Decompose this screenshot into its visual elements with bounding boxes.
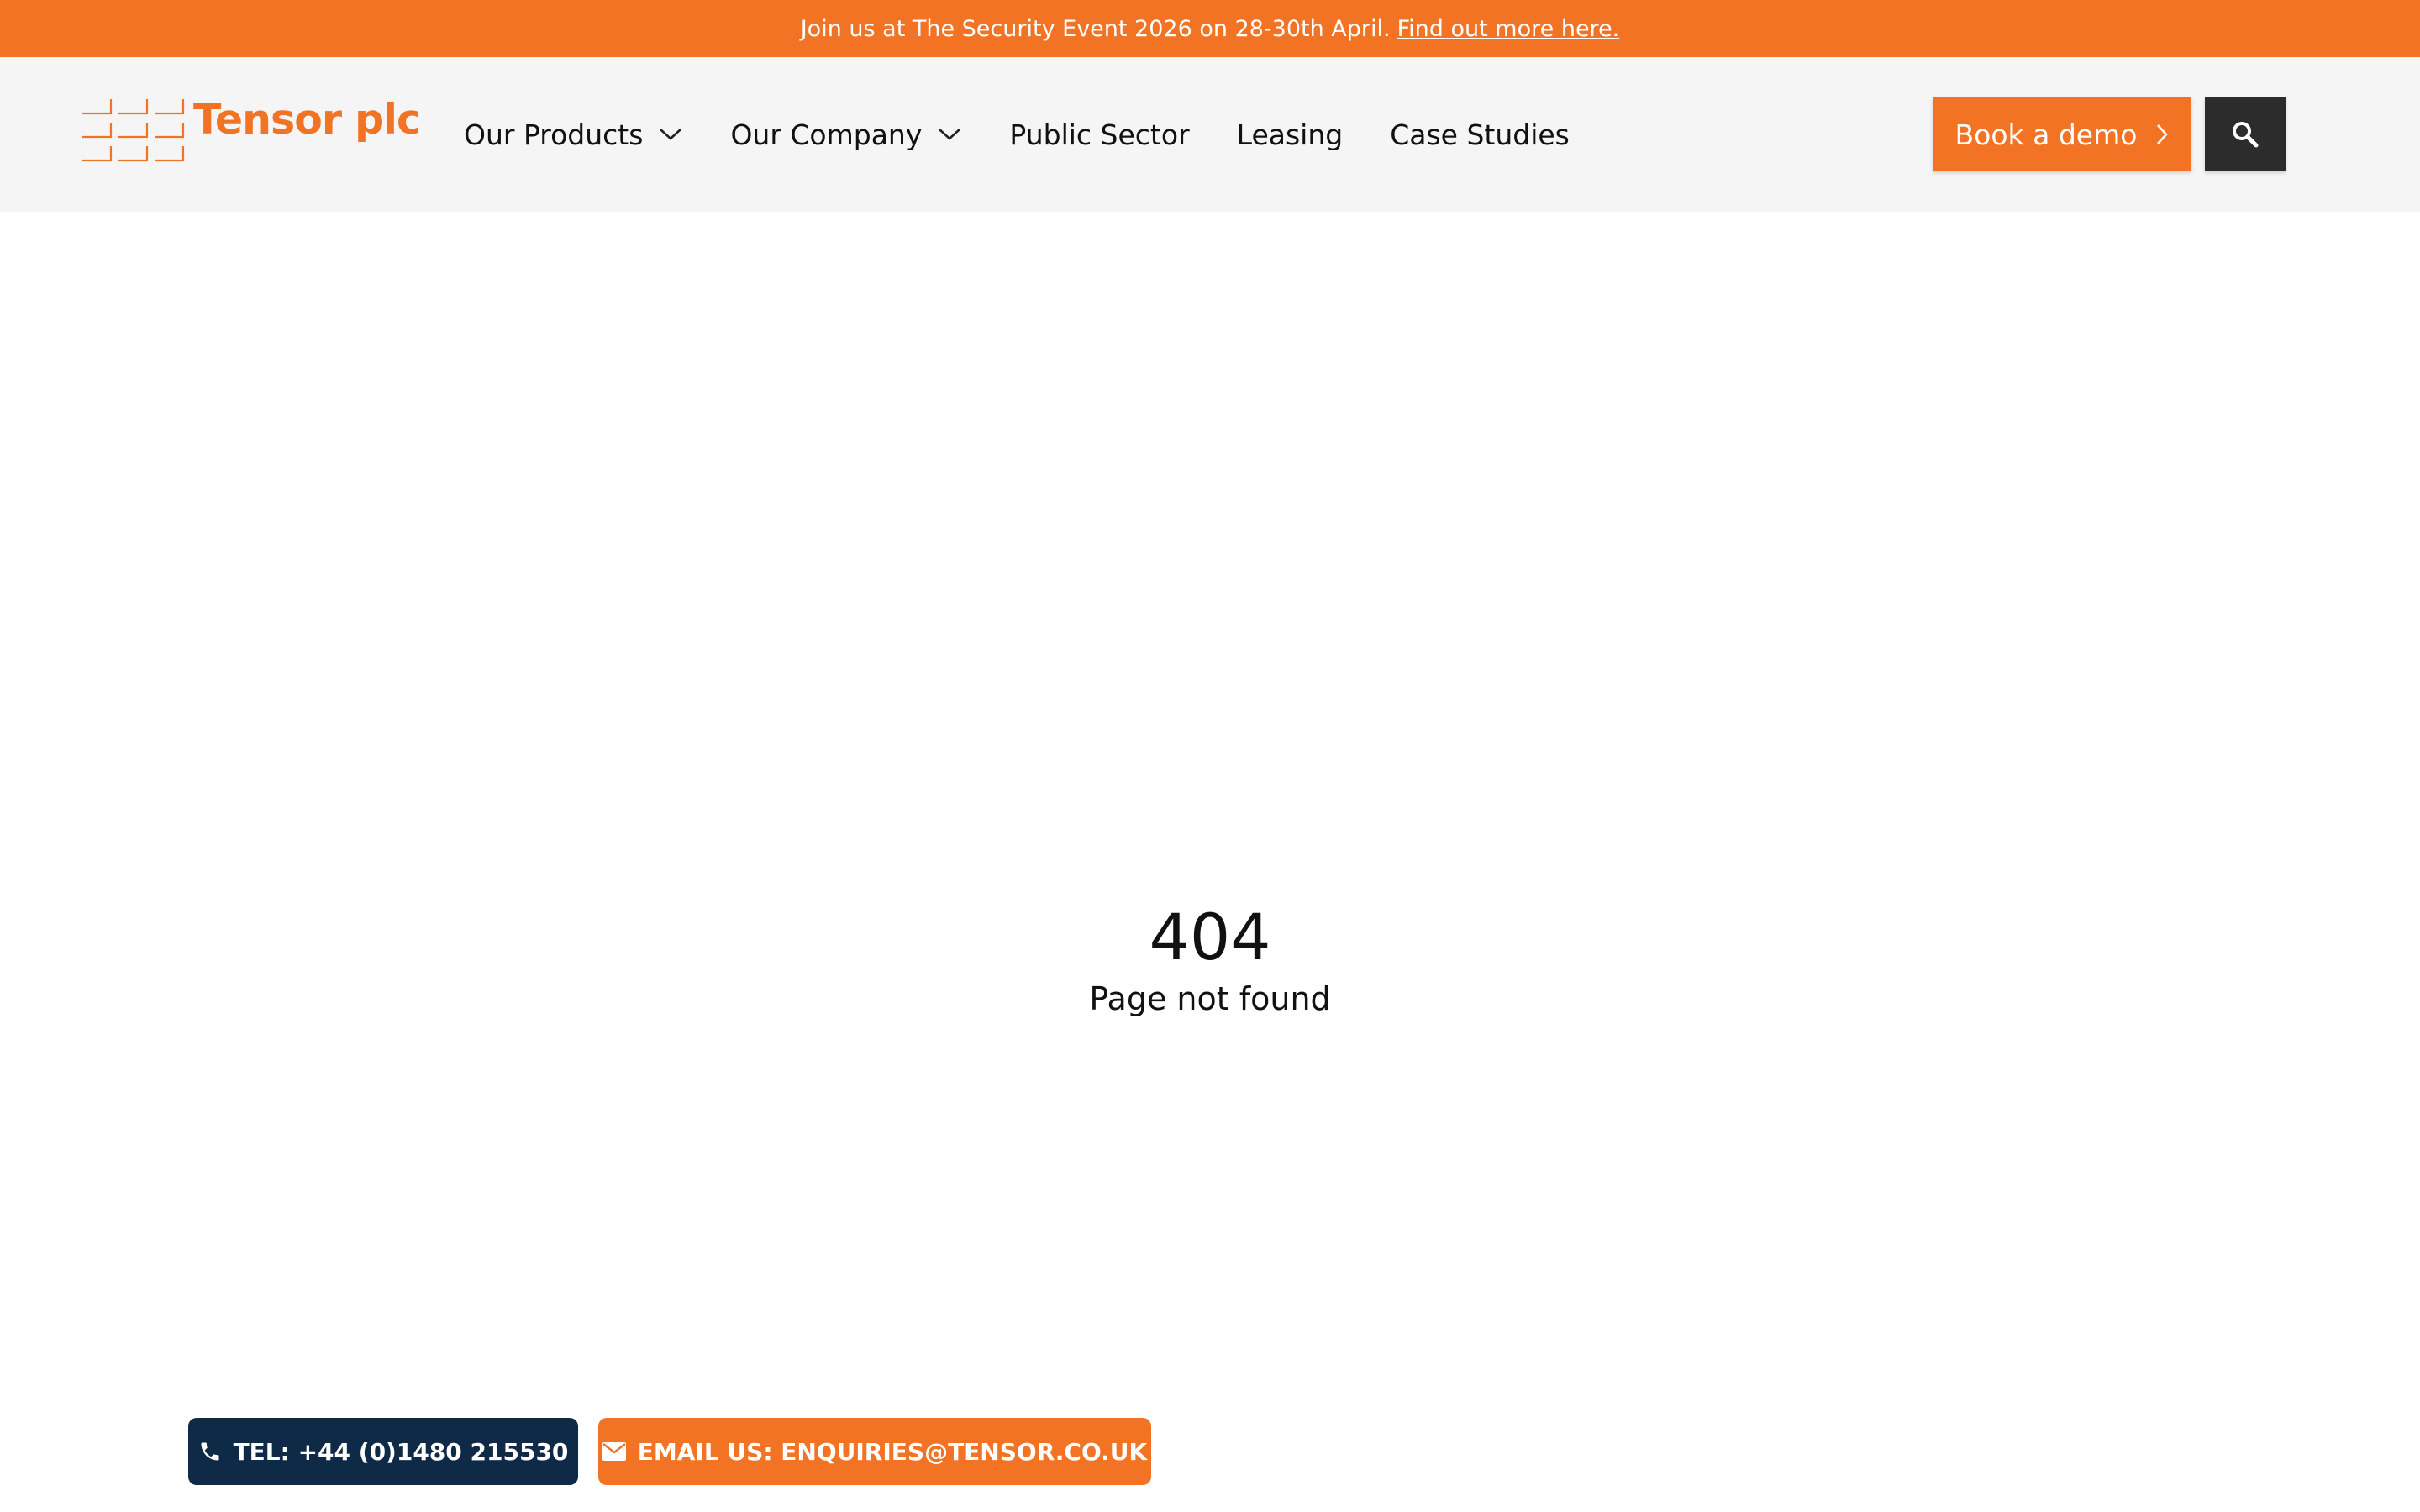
logo[interactable]: Tensor plc	[81, 96, 421, 168]
announcement-link[interactable]: Find out more here.	[1397, 16, 1620, 42]
search-icon	[2233, 122, 2259, 148]
site-header: Tensor plc Our Products Our Company Publ…	[0, 57, 2420, 212]
nav-label: Our Products	[464, 118, 644, 151]
error-code: 404	[1149, 900, 1271, 974]
nav-public-sector[interactable]: Public Sector	[1009, 118, 1189, 151]
main-nav: Our Products Our Company Public Sector L…	[464, 57, 1617, 212]
nav-our-products[interactable]: Our Products	[464, 118, 683, 151]
chevron-right-icon	[2155, 123, 2169, 146]
envelope-icon	[602, 1442, 626, 1461]
logo-text: Tensor plc	[193, 96, 421, 144]
book-demo-label: Book a demo	[1954, 118, 2138, 151]
nav-label: Public Sector	[1009, 118, 1190, 151]
nav-label: Leasing	[1236, 118, 1344, 151]
tel-button[interactable]: TEL: +44 (0)1480 215530	[188, 1418, 578, 1485]
chevron-down-icon	[658, 127, 683, 142]
chevron-down-icon	[937, 127, 962, 142]
search-button[interactable]	[2205, 97, 2286, 171]
email-label: EMAIL US: ENQUIRIES@TENSOR.CO.UK	[637, 1437, 1148, 1466]
phone-icon	[198, 1440, 222, 1463]
book-demo-button[interactable]: Book a demo	[1933, 97, 2191, 171]
email-button[interactable]: EMAIL US: ENQUIRIES@TENSOR.CO.UK	[598, 1418, 1151, 1485]
error-message: Page not found	[1089, 980, 1331, 1017]
announcement-bar: Join us at The Security Event 2026 on 28…	[0, 0, 2420, 57]
tel-label: TEL: +44 (0)1480 215530	[233, 1437, 569, 1466]
nav-label: Our Company	[730, 118, 923, 151]
nav-our-company[interactable]: Our Company	[730, 118, 962, 151]
announcement-text: Join us at The Security Event 2026 on 28…	[800, 15, 1391, 42]
nav-label: Case Studies	[1390, 118, 1570, 151]
nav-case-studies[interactable]: Case Studies	[1390, 118, 1570, 151]
nav-leasing[interactable]: Leasing	[1237, 118, 1344, 151]
logo-grid-icon	[82, 99, 185, 162]
